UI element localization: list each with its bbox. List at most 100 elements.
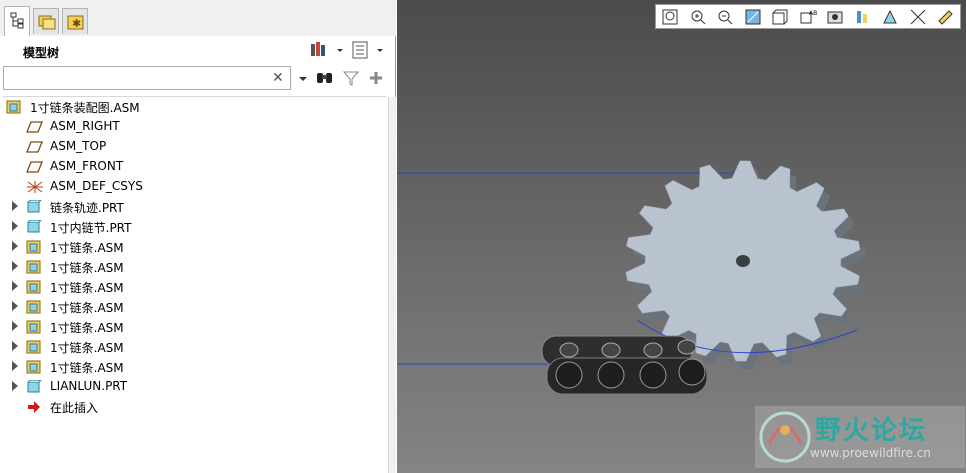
- expand-arrow-icon[interactable]: [12, 321, 18, 331]
- zoom-out-icon: [718, 10, 733, 25]
- search-dropdown-button[interactable]: [297, 70, 309, 89]
- tree-item[interactable]: 在此插入: [0, 397, 388, 417]
- search-box: ✕: [3, 66, 291, 90]
- plus-icon: [370, 72, 382, 84]
- expand-arrow-icon[interactable]: [12, 281, 18, 291]
- part-icon: [26, 379, 43, 397]
- view-toolbar: AB: [655, 4, 961, 29]
- chevron-down-icon: [299, 77, 307, 81]
- assembly-icon: [26, 320, 42, 337]
- datum-plane-icon: [26, 140, 44, 157]
- filter-button[interactable]: [342, 70, 360, 89]
- tree-item[interactable]: 1寸链条.ASM: [0, 237, 388, 257]
- insert-here-arrow-icon: [26, 400, 42, 417]
- tree-item[interactable]: 1寸链条.ASM: [0, 257, 388, 277]
- expand-arrow-icon[interactable]: [12, 381, 18, 391]
- model-tree-panel: ✱ 模型树 ✕ 1寸链条装配图.ASM ASM_RIGHT ASM_TOP AS…: [0, 0, 396, 473]
- zoom-out-button[interactable]: [715, 7, 735, 27]
- add-column-button[interactable]: [368, 70, 384, 89]
- tree-item-label: ASM_FRONT: [50, 159, 124, 173]
- view-manager-icon: [827, 11, 843, 24]
- watermark-url: www.proewildfire.cn: [810, 446, 931, 460]
- expand-arrow-icon[interactable]: [12, 301, 18, 311]
- repaint-icon: [745, 9, 760, 25]
- saved-orientations-button[interactable]: AB: [798, 7, 818, 27]
- tree-item-label: 1寸链条.ASM: [50, 361, 124, 375]
- part-icon: [26, 199, 43, 217]
- model-tree-icon: [10, 12, 24, 29]
- zoom-fit-button[interactable]: [660, 7, 680, 27]
- zoom-in-icon: [691, 10, 705, 25]
- tree-item-label: 1寸内链节.PRT: [50, 221, 132, 235]
- view-manager-button[interactable]: [825, 7, 845, 27]
- 3d-scene[interactable]: [397, 0, 966, 473]
- tree-item-label: LIANLUN.PRT: [50, 379, 128, 393]
- show-dropdown-button[interactable]: [351, 40, 387, 60]
- chain-links[interactable]: [541, 335, 708, 395]
- folder-browser-icon: [38, 15, 56, 30]
- tree-item[interactable]: 1寸内链节.PRT: [0, 217, 388, 237]
- find-button[interactable]: [315, 70, 335, 89]
- tree-item-label: 1寸链条.ASM: [50, 261, 124, 275]
- annotation-display-icon: [883, 9, 897, 24]
- expand-arrow-icon[interactable]: [12, 241, 18, 251]
- expand-arrow-icon[interactable]: [12, 221, 18, 231]
- tree-item[interactable]: ASM_RIGHT: [0, 117, 388, 137]
- tree-item[interactable]: 1寸链条.ASM: [0, 357, 388, 377]
- csys-icon: [26, 180, 44, 197]
- tree-item-label: ASM_TOP: [50, 139, 107, 153]
- assembly-icon: [26, 360, 42, 377]
- tree-item[interactable]: 1寸链条.ASM: [0, 317, 388, 337]
- tree-item[interactable]: 链条轨迹.PRT: [0, 197, 388, 217]
- settings-dropdown-button[interactable]: [309, 40, 347, 60]
- tree-item[interactable]: ASM_DEF_CSYS: [0, 177, 388, 197]
- search-input[interactable]: [6, 69, 266, 87]
- assembly-icon: [26, 260, 42, 277]
- datum-display-button[interactable]: [908, 7, 928, 27]
- vertical-scrollbar[interactable]: [388, 97, 396, 473]
- part-icon: [26, 219, 43, 237]
- spin-center-button[interactable]: [935, 7, 955, 27]
- list-view-icon: [352, 41, 383, 59]
- zoom-in-button[interactable]: [688, 7, 708, 27]
- tab-folder-browser[interactable]: [33, 8, 59, 34]
- perspective-button[interactable]: [853, 7, 873, 27]
- datum-display-icon: [910, 9, 925, 25]
- tree-item[interactable]: LIANLUN.PRT: [0, 377, 388, 397]
- assembly-icon: [26, 340, 42, 357]
- tree-item[interactable]: 1寸链条.ASM: [0, 277, 388, 297]
- tree-item-label: ASM_DEF_CSYS: [50, 179, 143, 193]
- tree-item[interactable]: 1寸链条.ASM: [0, 337, 388, 357]
- datum-plane-icon: [26, 160, 44, 177]
- tab-model-tree[interactable]: [4, 6, 30, 36]
- repaint-button[interactable]: [743, 7, 763, 27]
- display-style-icon: [772, 9, 788, 25]
- graphics-viewport[interactable]: 野火论坛 www.proewildfire.cn AB: [397, 0, 966, 473]
- model-tree-title: 模型树: [23, 46, 60, 60]
- expand-arrow-icon[interactable]: [12, 361, 18, 371]
- tree-item[interactable]: ASM_FRONT: [0, 157, 388, 177]
- assembly-icon: [26, 240, 42, 257]
- zoom-fit-icon: [662, 9, 678, 25]
- watermark-text: 野火论坛: [815, 416, 928, 446]
- tab-favorites[interactable]: ✱: [62, 8, 88, 34]
- expand-arrow-icon[interactable]: [12, 341, 18, 351]
- clear-search-icon[interactable]: ✕: [272, 69, 284, 87]
- tree-item[interactable]: 1寸链条装配图.ASM: [0, 97, 388, 117]
- annotation-display-button[interactable]: [880, 7, 900, 27]
- tree-item-label: ASM_RIGHT: [50, 119, 120, 133]
- expand-arrow-icon[interactable]: [12, 201, 18, 211]
- display-style-button[interactable]: [770, 7, 790, 27]
- tree-item-label: 1寸链条.ASM: [50, 321, 124, 335]
- binoculars-icon: [317, 73, 332, 83]
- spin-center-icon: [938, 10, 953, 25]
- tools-icon: [311, 42, 343, 56]
- favorites-icon: ✱: [67, 15, 84, 30]
- expand-arrow-icon[interactable]: [12, 261, 18, 271]
- tree-item-label: 1寸链条.ASM: [50, 301, 124, 315]
- tree-item-label: 1寸链条.ASM: [50, 281, 124, 295]
- tree-item[interactable]: ASM_TOP: [0, 137, 388, 157]
- datum-plane-icon: [26, 120, 44, 137]
- tree-item[interactable]: 1寸链条.ASM: [0, 297, 388, 317]
- perspective-icon: [856, 11, 867, 23]
